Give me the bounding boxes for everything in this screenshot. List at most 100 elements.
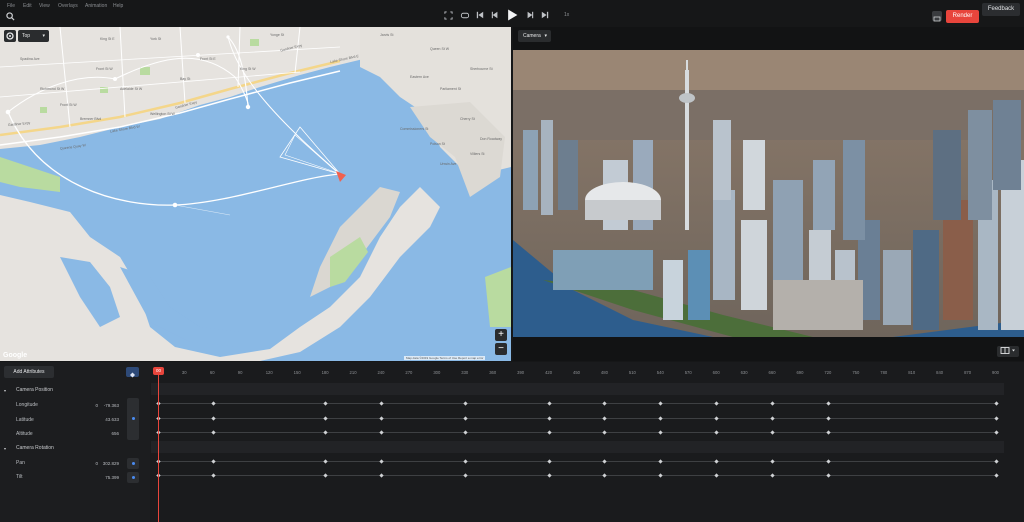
map-view[interactable]: Top ▾ Gardiner Expy Gardiner Expy Gardin… — [0, 27, 511, 361]
keyframe-marker[interactable] — [993, 430, 999, 435]
keyframe-marker[interactable] — [770, 473, 775, 478]
keyframe-marker[interactable] — [770, 459, 775, 464]
menu-view[interactable]: View — [39, 3, 50, 9]
keyframe-marker[interactable] — [826, 473, 831, 478]
keyframe-marker[interactable] — [602, 459, 608, 464]
group-keyframe-button[interactable] — [127, 398, 139, 440]
keyframe-marker[interactable] — [993, 416, 999, 421]
keyframe-marker[interactable] — [602, 416, 608, 421]
camera-view-select[interactable]: Camera ▾ — [518, 30, 551, 42]
add-attributes-button[interactable]: Add Attributes — [4, 366, 54, 378]
skip-to-end-icon[interactable] — [541, 11, 549, 21]
zoom-out-button[interactable]: − — [495, 343, 507, 355]
keyframe-marker[interactable] — [714, 430, 719, 435]
collapse-icon[interactable]: ▾ — [4, 446, 6, 451]
keyframe-marker[interactable] — [714, 473, 719, 478]
camera-viewport[interactable] — [513, 50, 1024, 337]
keyframe-marker[interactable] — [546, 473, 552, 478]
attr-value-altitude[interactable]: 656 — [99, 431, 119, 436]
keyframe-marker[interactable] — [993, 473, 999, 478]
keyframe-marker[interactable] — [379, 416, 384, 421]
keyframe-marker[interactable] — [463, 459, 468, 464]
fullscreen-icon[interactable] — [444, 11, 453, 22]
keyframe-marker[interactable] — [658, 416, 663, 421]
keyframe-marker[interactable] — [379, 430, 384, 435]
timeline-tracks[interactable]: 30 60 90 120 150 180 210 240 270 300 330 360 390 420 4… — [151, 362, 1024, 522]
loop-icon[interactable] — [460, 11, 470, 22]
menu-overlays[interactable]: Overlays — [58, 3, 78, 9]
keyframe-marker[interactable] — [602, 401, 608, 406]
keyframe-marker[interactable] — [463, 401, 468, 406]
menu-animation[interactable]: Animation — [85, 3, 107, 9]
keyframe-marker[interactable] — [770, 416, 775, 421]
keyframe-marker[interactable] — [211, 401, 216, 406]
skip-to-start-icon[interactable] — [476, 11, 484, 21]
playhead-line[interactable] — [158, 374, 159, 522]
keyframe-marker[interactable] — [714, 416, 719, 421]
keyframe-marker[interactable] — [826, 430, 831, 435]
keyframe-marker[interactable] — [826, 416, 831, 421]
map-view-select[interactable]: Top ▾ — [18, 30, 49, 42]
keyframe-marker[interactable] — [658, 459, 663, 464]
attr-value-tilt[interactable]: 75.399 — [99, 475, 119, 480]
keyframe-marker[interactable] — [463, 473, 468, 478]
keyframe-dot-icon — [131, 417, 135, 420]
render-button[interactable]: Render — [946, 10, 979, 23]
keyframe-marker[interactable] — [826, 401, 831, 406]
keyframe-marker[interactable] — [546, 401, 552, 406]
keyframe-marker[interactable] — [323, 473, 328, 478]
keyframe-marker[interactable] — [658, 401, 663, 406]
keyframe-marker[interactable] — [546, 430, 552, 435]
zoom-in-button[interactable]: + — [495, 329, 507, 341]
keyframe-marker[interactable] — [211, 473, 216, 478]
map-settings-button[interactable] — [4, 30, 16, 42]
keyframe-marker[interactable] — [211, 459, 216, 464]
menu-file[interactable]: File — [7, 3, 15, 9]
attr-value-pan[interactable]: 302.829 — [99, 461, 119, 466]
keyframe-marker[interactable] — [714, 401, 719, 406]
keyframe-marker[interactable] — [379, 473, 384, 478]
keyframe-marker[interactable] — [323, 401, 328, 406]
map-label: Front St W — [60, 103, 77, 107]
keyframe-marker[interactable] — [546, 416, 552, 421]
keyframe-marker[interactable] — [323, 459, 328, 464]
keyframe-marker[interactable] — [546, 459, 552, 464]
keyframe-marker[interactable] — [323, 430, 328, 435]
keyframe-marker[interactable] — [714, 459, 719, 464]
keyframe-marker[interactable] — [993, 401, 999, 406]
layout-toggle-button[interactable] — [997, 346, 1019, 357]
screenshot-button[interactable] — [932, 11, 942, 22]
keyframe-marker[interactable] — [993, 459, 999, 464]
keyframe-marker[interactable] — [379, 401, 384, 406]
keyframe-marker[interactable] — [323, 416, 328, 421]
attr-keyframe-button[interactable] — [127, 458, 139, 469]
keyframe-marker[interactable] — [770, 430, 775, 435]
keyframe-marker[interactable] — [658, 473, 663, 478]
playback-speed[interactable]: 1x — [564, 12, 569, 18]
keyframe-marker[interactable] — [602, 473, 608, 478]
play-icon[interactable] — [507, 9, 518, 23]
collapse-icon[interactable]: ▾ — [4, 388, 6, 393]
attr-keyframe-button[interactable] — [127, 472, 139, 483]
step-forward-icon[interactable] — [526, 11, 534, 21]
group-label-camera-position: Camera Position — [16, 387, 53, 393]
menu-edit[interactable]: Edit — [23, 3, 32, 9]
keyframe-marker[interactable] — [602, 430, 608, 435]
playhead[interactable]: 00 — [153, 367, 164, 375]
feedback-button[interactable]: Feedback — [982, 3, 1020, 16]
menu-help[interactable]: Help — [113, 3, 123, 9]
keyframe-marker[interactable] — [826, 459, 831, 464]
keyframe-marker[interactable] — [379, 459, 384, 464]
keyframe-marker[interactable] — [211, 416, 216, 421]
keyframe-toggle-button[interactable] — [126, 367, 139, 378]
attr-value-longitude[interactable]: -79.363 — [99, 403, 119, 408]
keyframe-marker[interactable] — [658, 430, 663, 435]
keyframe-marker[interactable] — [463, 430, 468, 435]
keyframe-marker[interactable] — [463, 416, 468, 421]
keyframe-marker[interactable] — [211, 430, 216, 435]
attr-value-latitude[interactable]: 43.633 — [99, 417, 119, 422]
keyframe-marker[interactable] — [770, 401, 775, 406]
search-icon[interactable] — [6, 12, 15, 23]
keyframe-tracks[interactable] — [151, 362, 1004, 522]
step-back-icon[interactable] — [491, 11, 499, 21]
